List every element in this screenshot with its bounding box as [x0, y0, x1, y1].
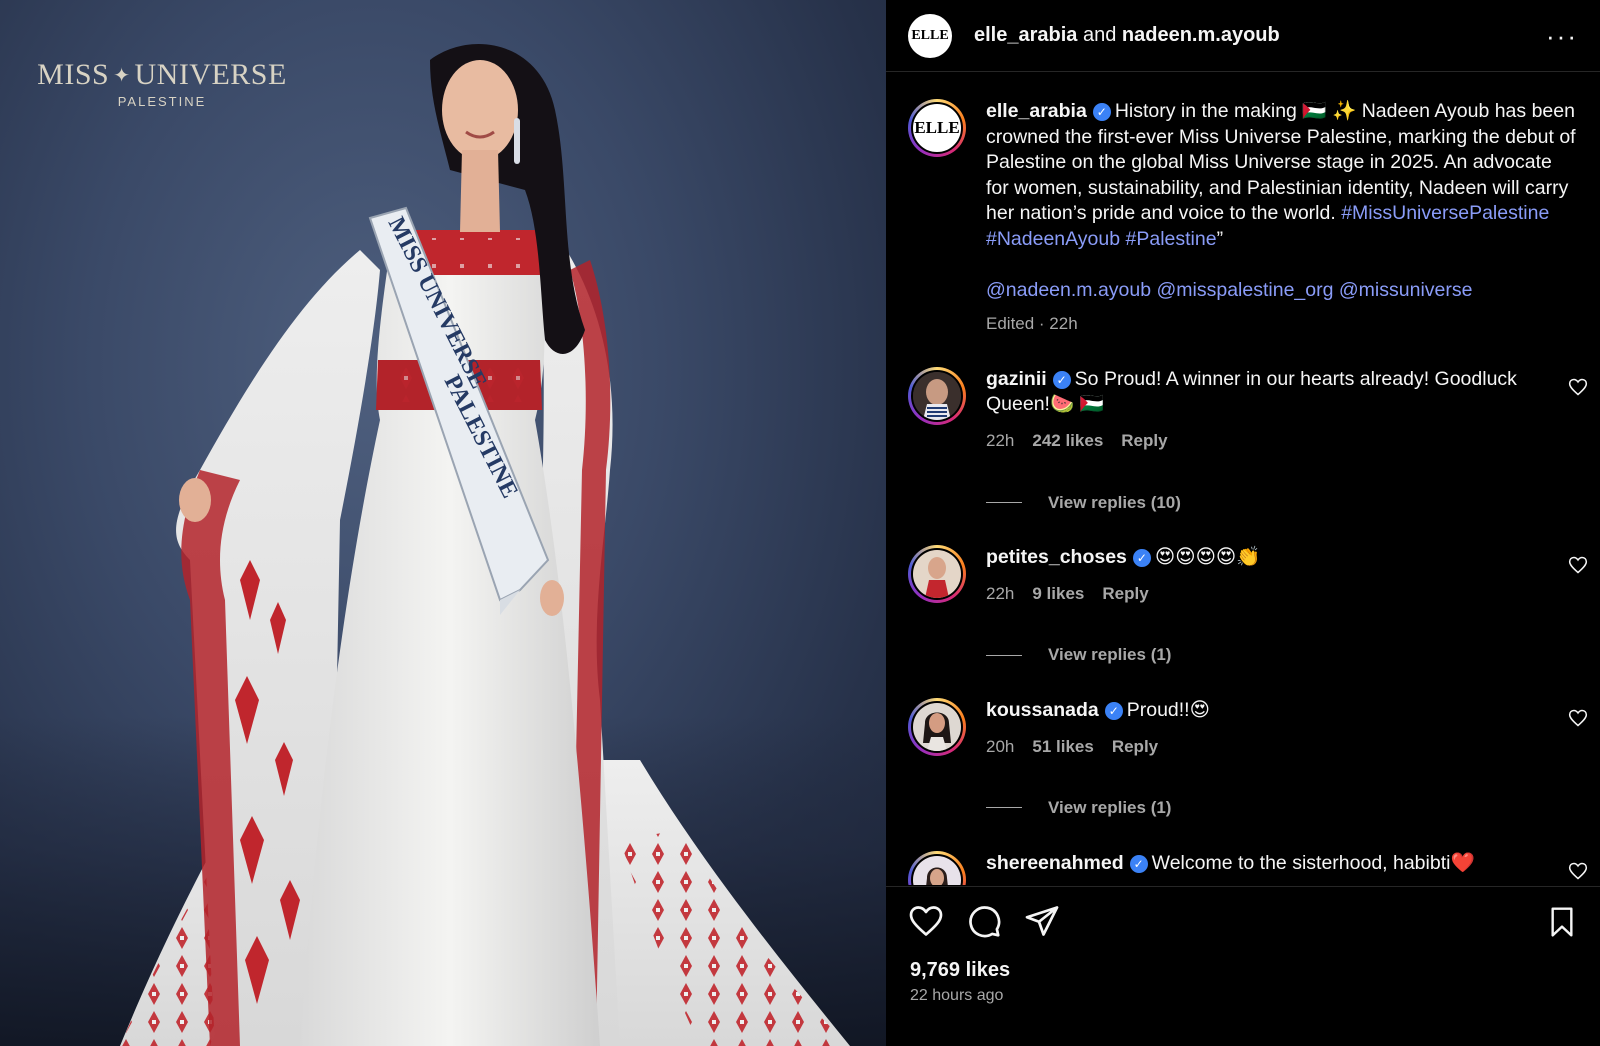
- avatar-image: [913, 371, 961, 420]
- header-username-2[interactable]: nadeen.m.ayoub: [1122, 24, 1280, 46]
- verified-icon: ✓: [1132, 549, 1151, 568]
- post-photo[interactable]: MISS UNIVERSE PALESTINE MISS ✦ UNIVERSE …: [0, 0, 886, 1046]
- hashtag-link[interactable]: #MissUniversePalestine: [1341, 202, 1549, 224]
- like-comment-heart-icon[interactable]: [1568, 861, 1588, 881]
- verified-icon: ✓: [1092, 103, 1111, 121]
- likes-count[interactable]: 9,769 likes: [910, 959, 1010, 982]
- post-header: ELLE elle_arabia and nadeen.m.ayoub ···: [886, 0, 1600, 72]
- brand-text-left: MISS: [37, 58, 110, 91]
- comment-body: gazinii ✓ So Proud! A winner in our hearts…: [986, 367, 1546, 515]
- avatar-image: [913, 855, 961, 885]
- mention-link[interactable]: @nadeen.m.ayoub: [986, 279, 1151, 301]
- star-icon: ✦: [113, 64, 131, 87]
- caption-body: elle_arabia ✓ History in the making 🇵🇸 ✨ N…: [986, 99, 1576, 337]
- comment-item: koussanada ✓ Proud!!😍 20h 51 likes Reply V…: [886, 697, 1600, 821]
- comment-username[interactable]: gazinii: [986, 368, 1047, 390]
- hashtag-link[interactable]: #NadeenAyoub: [986, 228, 1120, 250]
- post-side-panel: ELLE elle_arabia and nadeen.m.ayoub ··· …: [886, 0, 1600, 1046]
- comment-item: gazinii ✓ So Proud! A winner in our hearts…: [886, 366, 1600, 515]
- model-figure-illustration: MISS UNIVERSE PALESTINE: [120, 44, 850, 1046]
- reply-button[interactable]: Reply: [1121, 428, 1167, 454]
- verified-icon: ✓: [1129, 854, 1148, 873]
- post-actions-bar: 9,769 likes 22 hours ago: [886, 886, 1600, 1046]
- comment-body: petites_choses ✓ 😍😍😍😍👏 22h 9 likes Reply V…: [986, 545, 1546, 668]
- view-replies-label: View replies (10): [1048, 492, 1181, 512]
- comment-time: 20h: [986, 736, 1015, 756]
- like-comment-heart-icon[interactable]: [1568, 377, 1588, 397]
- view-replies-label: View replies (1): [1048, 798, 1172, 818]
- comment-text: 😍😍😍😍👏: [1154, 546, 1261, 569]
- caption-avatar[interactable]: ELLE: [908, 99, 966, 157]
- comment-text: Proud!!😍: [1126, 698, 1210, 721]
- mention-link[interactable]: @misspalestine_org: [1157, 279, 1334, 301]
- comment-body: koussanada ✓ Proud!!😍 20h 51 likes Reply V…: [986, 698, 1546, 821]
- comment-username[interactable]: koussanada: [986, 699, 1099, 721]
- replies-divider: [986, 807, 1022, 809]
- header-avatar[interactable]: ELLE: [908, 13, 952, 58]
- comment-meta: 22h 9 likes Reply: [986, 581, 1546, 607]
- comment-text: Welcome to the sisterhood, habibti❤️: [1151, 851, 1475, 874]
- comment-icon[interactable]: [966, 903, 1002, 939]
- miss-universe-logo: MISS ✦ UNIVERSE PALESTINE: [34, 58, 290, 109]
- heart-icon[interactable]: [908, 903, 944, 939]
- comment-avatar[interactable]: [908, 545, 966, 604]
- post-timestamp: 22 hours ago: [910, 987, 1004, 1004]
- elle-logo: ELLE: [914, 118, 960, 137]
- caption-username[interactable]: elle_arabia: [986, 100, 1087, 122]
- comment-meta: 22h 242 likes Reply: [986, 428, 1546, 454]
- like-comment-heart-icon[interactable]: [1568, 555, 1588, 575]
- comment-avatar[interactable]: [908, 850, 966, 885]
- replies-divider: [986, 501, 1022, 503]
- reply-button[interactable]: Reply: [1112, 734, 1158, 760]
- view-replies-button[interactable]: View replies (1): [986, 795, 1546, 821]
- comment-likes[interactable]: 9 likes: [1032, 581, 1084, 607]
- comment-username[interactable]: shereenahmed: [986, 852, 1124, 874]
- brand-text-right: UNIVERSE: [134, 58, 287, 91]
- caption-meta: Edited · 22h: [986, 314, 1078, 334]
- verified-icon: ✓: [1104, 701, 1123, 720]
- brand-subtitle: PALESTINE: [117, 94, 207, 109]
- avatar-image: [913, 550, 961, 599]
- mention-link[interactable]: @missuniverse: [1339, 279, 1473, 301]
- comment-likes[interactable]: 51 likes: [1032, 734, 1093, 760]
- caption-mentions: @nadeen.m.ayoub @misspalestine_org @miss…: [986, 278, 1576, 304]
- comment-username[interactable]: petites_choses: [986, 546, 1127, 568]
- comment-item: petites_choses ✓ 😍😍😍😍👏 22h 9 likes Reply V…: [886, 545, 1600, 668]
- post-caption: ELLE elle_arabia ✓ History in the making 🇵…: [886, 73, 1600, 337]
- comments-scroll-area[interactable]: ELLE elle_arabia ✓ History in the making 🇵…: [886, 73, 1600, 885]
- verified-icon: ✓: [1052, 370, 1071, 389]
- comment-likes[interactable]: 242 likes: [1032, 428, 1103, 454]
- header-joiner: and: [1077, 24, 1122, 46]
- avatar-image: [913, 702, 961, 751]
- more-options-icon[interactable]: ···: [1546, 23, 1578, 49]
- comment-time: 22h: [986, 430, 1015, 450]
- like-comment-heart-icon[interactable]: [1568, 708, 1588, 728]
- hashtag-link[interactable]: #Palestine: [1126, 228, 1217, 250]
- header-usernames: elle_arabia and nadeen.m.ayoub: [974, 24, 1546, 47]
- view-replies-button[interactable]: View replies (10): [986, 490, 1546, 516]
- action-icons-group: [908, 903, 1060, 939]
- comment-avatar[interactable]: [908, 697, 966, 756]
- elle-logo: ELLE: [911, 27, 949, 43]
- reply-button[interactable]: Reply: [1102, 581, 1148, 607]
- caption-closing-quote: ”: [1216, 227, 1224, 250]
- comment-item: shereenahmed ✓ Welcome to the sisterhood, …: [886, 850, 1600, 885]
- header-username-1[interactable]: elle_arabia: [974, 24, 1077, 46]
- view-replies-label: View replies (1): [1048, 645, 1172, 665]
- view-replies-button[interactable]: View replies (1): [986, 642, 1546, 668]
- comment-meta: 20h 51 likes Reply: [986, 734, 1546, 760]
- comment-time: 22h: [986, 583, 1015, 603]
- comment-avatar[interactable]: [908, 366, 966, 425]
- replies-divider: [986, 654, 1022, 656]
- comment-body: shereenahmed ✓ Welcome to the sisterhood, …: [986, 851, 1546, 885]
- bookmark-icon[interactable]: [1546, 905, 1578, 939]
- share-icon[interactable]: [1024, 903, 1060, 939]
